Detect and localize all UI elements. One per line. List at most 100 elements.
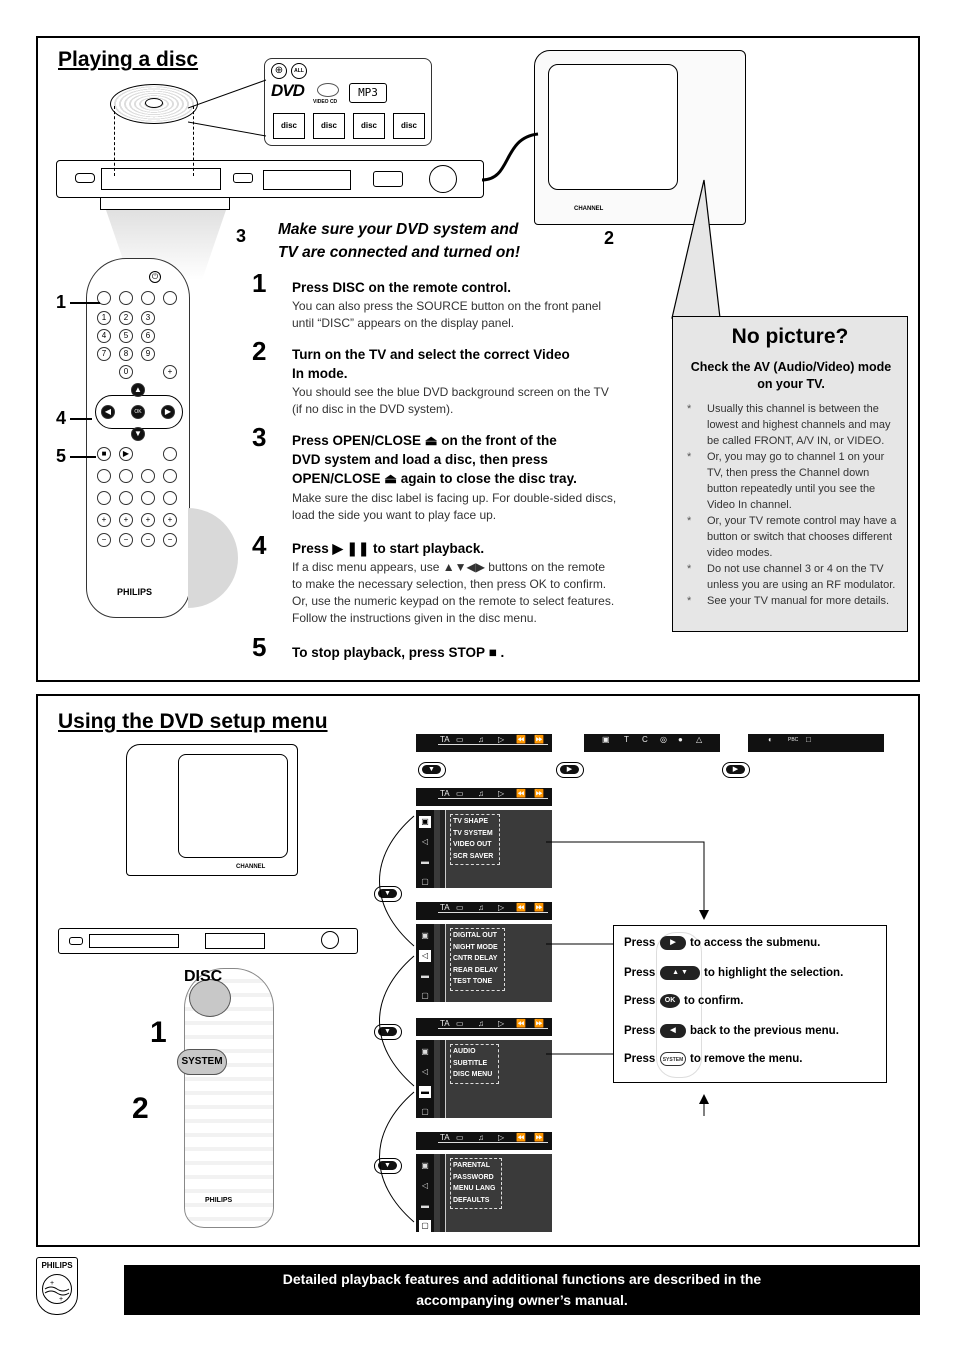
down-nav-button[interactable]: ▼ — [418, 762, 446, 778]
play-pause-button[interactable]: ▶ — [119, 447, 133, 461]
subw-plus[interactable]: + — [97, 513, 111, 527]
key-1[interactable]: 1 — [97, 311, 111, 325]
tvvol-minus[interactable]: − — [163, 533, 177, 547]
center-plus[interactable]: + — [141, 513, 155, 527]
menu-tab-icon[interactable]: ♫ — [478, 1019, 484, 1028]
key-6[interactable]: 6 — [141, 329, 155, 343]
menu-tab-icon[interactable]: ▭ — [456, 789, 464, 798]
menu-tab-icon[interactable]: TA — [440, 1019, 450, 1028]
surround-button[interactable] — [97, 469, 111, 483]
left-button[interactable]: ◀ — [101, 405, 115, 419]
sleep-button[interactable] — [141, 491, 155, 505]
volume-knob[interactable] — [429, 165, 457, 193]
right-button[interactable]: ▶ — [161, 405, 175, 419]
menu-tab-icon[interactable]: TA — [440, 789, 450, 798]
menu-tab-icon[interactable]: ▷ — [498, 903, 504, 912]
menu-tab-icon[interactable]: ▭ — [456, 1133, 464, 1142]
menu-tab-icon[interactable]: ▭ — [456, 903, 464, 912]
right-nav-button[interactable]: ▶ — [722, 762, 750, 778]
osd-menu-item[interactable]: DIGITAL OUT — [453, 930, 498, 942]
sub-icon[interactable]: ◎ — [660, 735, 667, 744]
power-icon[interactable]: ⏻ — [149, 271, 161, 283]
volume-knob[interactable] — [321, 931, 339, 949]
menu-tab-icon[interactable]: ♫ — [478, 903, 484, 912]
tvvol-plus[interactable]: + — [163, 513, 177, 527]
osd-menu-item[interactable]: VIDEO OUT — [453, 839, 493, 851]
menu-tab-icon[interactable]: TA — [440, 903, 450, 912]
key-5[interactable]: 5 — [119, 329, 133, 343]
sub-icon[interactable]: ◐ — [768, 735, 773, 744]
up-button[interactable]: ▲ — [131, 383, 145, 397]
menu-tab-icon[interactable]: ▷ — [498, 1019, 504, 1028]
menu-tab-icon[interactable]: ⏩ — [534, 789, 544, 798]
osd-menu-item[interactable]: AUDIO — [453, 1046, 492, 1058]
menu-tab-icon[interactable]: ▷ — [498, 789, 504, 798]
menu-tab-icon[interactable]: ▭ — [456, 1019, 464, 1028]
osd-menu-item[interactable]: PASSWORD — [453, 1172, 495, 1184]
rewind-tab-icon[interactable]: ⏪ — [516, 735, 526, 744]
menu-tab-icon[interactable]: ⏩ — [534, 1019, 544, 1028]
transport-buttons[interactable] — [373, 171, 403, 187]
osd-menu-item[interactable]: DISC MENU — [453, 1069, 492, 1081]
menu-tab-icon[interactable]: ⏪ — [516, 1019, 526, 1028]
down-button[interactable]: ▼ — [131, 427, 145, 441]
pbc-icon[interactable]: PBC — [788, 737, 798, 743]
disc-tray[interactable] — [101, 168, 221, 190]
resume-button[interactable] — [163, 447, 177, 461]
osd-menu-item[interactable]: TV SYSTEM — [453, 828, 493, 840]
osd-menu-item[interactable]: TEST TONE — [453, 976, 498, 988]
menu-tab-icon[interactable]: ▷ — [498, 1133, 504, 1142]
osd-menu-item[interactable]: SCR SAVER — [453, 851, 493, 863]
aux-button[interactable] — [163, 291, 177, 305]
disc-button[interactable] — [119, 291, 133, 305]
sub-icon[interactable]: T — [624, 735, 629, 744]
key-9[interactable]: 9 — [141, 347, 155, 361]
key-8[interactable]: 8 — [119, 347, 133, 361]
menu-tab-icon[interactable]: TA — [440, 1133, 450, 1142]
menu-tab-icon[interactable]: ⏩ — [534, 903, 544, 912]
tuner-button[interactable] — [141, 291, 155, 305]
menu-tab-icon[interactable]: ⏪ — [516, 789, 526, 798]
system-menu-button-large[interactable]: SYSTEM — [177, 1049, 227, 1075]
key-4[interactable]: 4 — [97, 329, 111, 343]
center-minus[interactable]: − — [141, 533, 155, 547]
osd-menu-item[interactable]: PARENTAL — [453, 1160, 495, 1172]
osd-menu-item[interactable]: TV SHAPE — [453, 816, 493, 828]
sub-icon[interactable]: C — [642, 735, 648, 744]
disc-tray[interactable] — [89, 934, 179, 948]
key-3[interactable]: 3 — [141, 311, 155, 325]
vol-up-button[interactable]: + — [163, 365, 177, 379]
osd-menu-item[interactable]: CNTR DELAY — [453, 953, 498, 965]
menu-tab-icon[interactable]: ⏩ — [534, 1133, 544, 1142]
key-7[interactable]: 7 — [97, 347, 111, 361]
menu-tab-icon[interactable]: ♫ — [478, 1133, 484, 1142]
play-tab-icon[interactable]: ▷ — [498, 735, 504, 744]
rear-minus[interactable]: − — [119, 533, 133, 547]
picture-tab-icon[interactable]: ▭ — [456, 735, 464, 744]
standby-button[interactable] — [75, 173, 95, 183]
menu-tab-icon[interactable]: ♫ — [478, 789, 484, 798]
sound-button[interactable] — [119, 469, 133, 483]
rear-plus[interactable]: + — [119, 513, 133, 527]
repeat-ab-button[interactable] — [119, 491, 133, 505]
sub-icon[interactable]: □ — [806, 735, 811, 744]
sound-tab-icon[interactable]: ♫ — [478, 735, 484, 744]
open-close-button[interactable] — [233, 173, 253, 183]
standby-button[interactable] — [69, 937, 83, 945]
osd-menu-item[interactable]: DEFAULTS — [453, 1195, 495, 1207]
menu-tab-icon[interactable]: ⏪ — [516, 903, 526, 912]
stop-button[interactable]: ■ — [97, 447, 111, 461]
sub-icon[interactable]: ▣ — [602, 735, 610, 744]
dim-button[interactable] — [163, 491, 177, 505]
forward-tab-icon[interactable]: ⏩ — [534, 735, 544, 744]
repeat-button[interactable] — [97, 491, 111, 505]
setup-tab-icon[interactable]: TA — [440, 735, 450, 744]
right-nav-button[interactable]: ▶ — [556, 762, 584, 778]
key-2[interactable]: 2 — [119, 311, 133, 325]
key-0[interactable]: 0 — [119, 365, 133, 379]
subw-minus[interactable]: − — [97, 533, 111, 547]
menu-tab-icon[interactable]: ⏪ — [516, 1133, 526, 1142]
osd-menu-item[interactable]: REAR DELAY — [453, 965, 498, 977]
sub-icon[interactable]: △ — [696, 735, 702, 744]
night-button[interactable] — [141, 469, 155, 483]
